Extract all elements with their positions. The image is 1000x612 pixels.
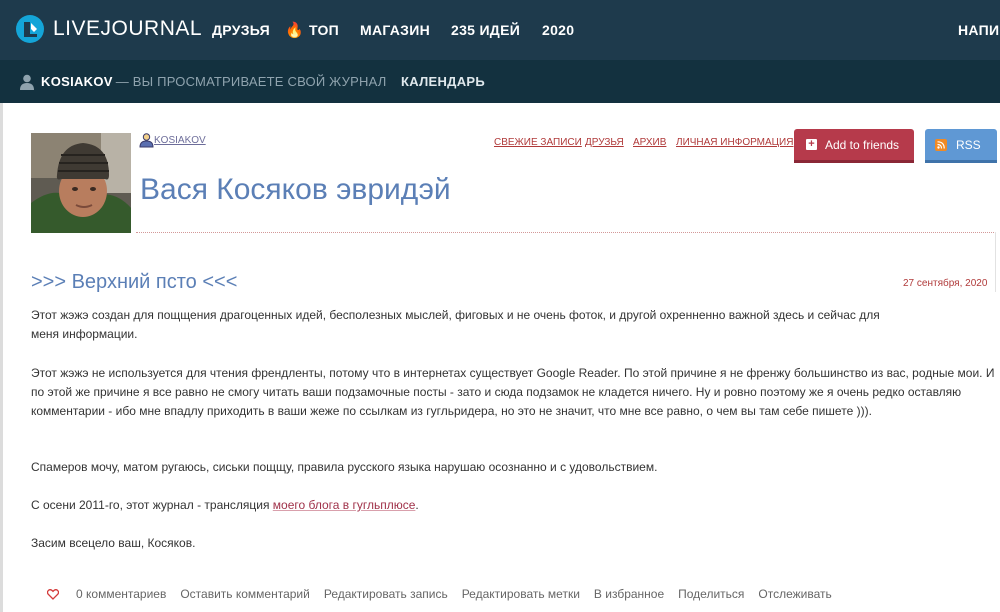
add-to-friends-button[interactable]: + Add to friends <box>794 129 914 160</box>
post-paragraph-4: С осени 2011-го, этот журнал - трансляци… <box>31 496 996 515</box>
edit-entry-link[interactable]: Редактировать запись <box>324 587 448 601</box>
top-navigation-bar: LIVEJOURNAL ДРУЗЬЯ 🔥 ТОП МАГАЗИН 235 ИДЕЙ… <box>0 0 1000 60</box>
rss-label: RSS <box>956 137 981 152</box>
fire-icon: 🔥 <box>285 22 304 39</box>
user-icon <box>139 133 154 148</box>
nav-235-ideas[interactable]: 235 ИДЕЙ <box>451 0 520 60</box>
plus-icon: + <box>806 139 817 150</box>
nav-top[interactable]: 🔥 ТОП <box>285 0 339 60</box>
nav-2020[interactable]: 2020 <box>542 0 574 60</box>
rss-button[interactable]: RSS <box>925 129 997 160</box>
nav-shop-label: МАГАЗИН <box>360 22 430 38</box>
current-username[interactable]: KOSIAKOV <box>41 74 113 89</box>
user-icon <box>20 74 34 90</box>
post-paragraph-5: Засим всецело ваш, Косяков. <box>31 536 196 550</box>
post-paragraph-3: Спамеров мочу, матом ругаюсь, сиськи пощ… <box>31 460 658 474</box>
post-paragraph-2: Этот жэжэ не используется для чтения фре… <box>31 366 995 418</box>
add-to-friends-label: Add to friends <box>825 137 900 152</box>
nav-write-label: НАПИ <box>958 22 1000 38</box>
post-paragraph-4-suffix: . <box>415 498 419 512</box>
avatar[interactable] <box>31 133 131 233</box>
post-date[interactable]: 27 сентября, 2020 <box>903 278 987 289</box>
right-border <box>995 232 996 292</box>
nav-archive[interactable]: АРХИВ <box>633 137 666 148</box>
livejournal-logo[interactable]: LIVEJOURNAL <box>15 14 202 44</box>
nav-shop[interactable]: МАГАЗИН <box>360 0 430 60</box>
nav-recent-entries[interactable]: СВЕЖИЕ ЗАПИСИ <box>494 137 582 148</box>
nav-friends[interactable]: ДРУЗЬЯ <box>212 0 270 60</box>
edit-tags-link[interactable]: Редактировать метки <box>462 587 580 601</box>
google-plus-blog-link[interactable]: моего блога в гугльплюсе <box>273 498 416 512</box>
post-paragraph-1: Этот жэжэ создан для пощщения драгоценны… <box>31 308 880 341</box>
logo-text: LIVEJOURNAL <box>53 17 203 40</box>
journal-title[interactable]: Вася Косяков эвридэй <box>140 173 451 207</box>
journal-user-link[interactable]: KOSIAKOV <box>139 133 206 148</box>
current-user: KOSIAKOV — ВЫ ПРОСМАТРИВАЕТЕ СВОЙ ЖУРНАЛ <box>20 60 386 103</box>
nav-journal-friends[interactable]: ДРУЗЬЯ <box>585 137 624 148</box>
nav-235-ideas-label: 235 ИДЕЙ <box>451 22 521 38</box>
share-link[interactable]: Поделиться <box>678 587 744 601</box>
heart-icon[interactable] <box>47 588 59 600</box>
journal-user-link-label: KOSIAKOV <box>154 135 206 146</box>
nav-profile[interactable]: ЛИЧНАЯ ИНФОРМАЦИЯ <box>676 137 793 148</box>
nav-friends-label: ДРУЗЬЯ <box>212 22 270 38</box>
header-divider <box>136 232 996 233</box>
calendar-link[interactable]: КАЛЕНДАРЬ <box>401 60 485 103</box>
avatar-photo <box>31 133 131 233</box>
livejournal-logo-icon <box>16 15 44 43</box>
nav-top-label: ТОП <box>308 22 340 38</box>
add-to-favorites-link[interactable]: В избранное <box>594 587 664 601</box>
journal-owner-bar: KOSIAKOV — ВЫ ПРОСМАТРИВАЕТЕ СВОЙ ЖУРНАЛ… <box>0 60 1000 103</box>
nav-2020-label: 2020 <box>542 22 575 38</box>
post-title[interactable]: >>> Верхний псто <<< <box>31 271 237 294</box>
comments-count[interactable]: 0 комментариев <box>76 587 166 601</box>
nav-write[interactable]: НАПИ <box>958 0 999 60</box>
viewing-own-journal-note: — ВЫ ПРОСМАТРИВАЕТЕ СВОЙ ЖУРНАЛ <box>115 74 387 89</box>
post-actions-bar: 0 комментариев Оставить комментарий Реда… <box>47 587 832 601</box>
rss-icon <box>935 138 947 151</box>
leave-comment-link[interactable]: Оставить комментарий <box>180 587 310 601</box>
post-paragraph-4-text: С осени 2011-го, этот журнал - трансляци… <box>31 498 273 512</box>
track-link[interactable]: Отслеживать <box>758 587 831 601</box>
